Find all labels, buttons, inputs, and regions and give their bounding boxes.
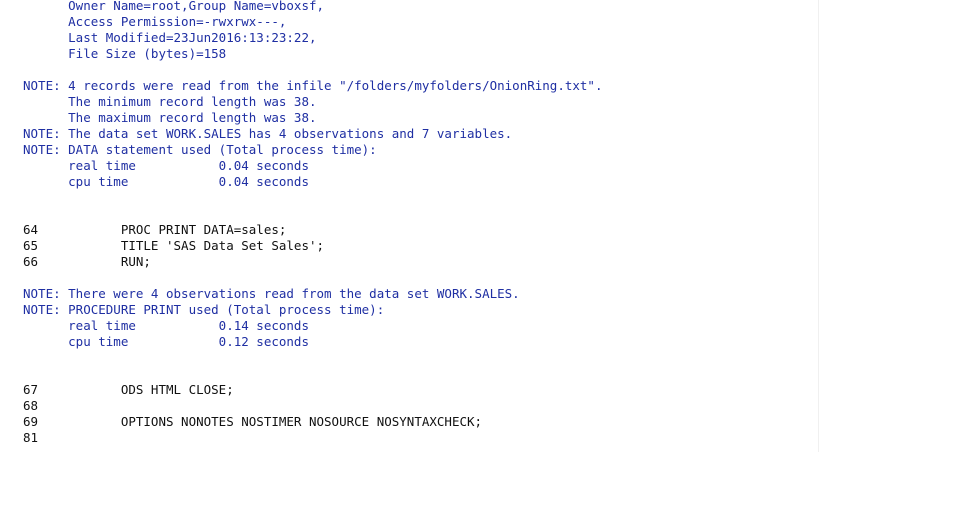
log-note-line: NOTE: There were 4 observations read fro… — [23, 286, 520, 301]
log-note-line: NOTE: The data set WORK.SALES has 4 obse… — [23, 126, 513, 141]
source-code-line: 68 — [23, 398, 39, 413]
log-note-line: NOTE: PROCEDURE PRINT used (Total proces… — [23, 302, 385, 317]
log-note-line: cpu time 0.04 seconds — [23, 174, 309, 189]
log-note-line: cpu time 0.12 seconds — [23, 334, 309, 349]
log-note-line: The minimum record length was 38. — [23, 94, 317, 109]
log-note-line: Owner Name=root,Group Name=vboxsf, — [23, 0, 325, 13]
log-note-line: real time 0.14 seconds — [23, 318, 309, 333]
log-note-line: Access Permission=-rwxrwx---, — [23, 14, 287, 29]
source-code-line: 64 PROC PRINT DATA=sales; — [23, 222, 287, 237]
source-code-line: 66 RUN; — [23, 254, 151, 269]
source-code-line: 67 ODS HTML CLOSE; — [23, 382, 234, 397]
source-code-line: 65 TITLE 'SAS Data Set Sales'; — [23, 238, 325, 253]
source-code-line: 81 — [23, 430, 39, 445]
log-note-line: Last Modified=23Jun2016:13:23:22, — [23, 30, 317, 45]
log-note-line: The maximum record length was 38. — [23, 110, 317, 125]
sas-log-panel[interactable]: Owner Name=root,Group Name=vboxsf, Acces… — [0, 0, 819, 452]
log-note-line: real time 0.04 seconds — [23, 158, 309, 173]
log-note-line: NOTE: DATA statement used (Total process… — [23, 142, 377, 157]
log-note-line: NOTE: 4 records were read from the infil… — [23, 78, 603, 93]
source-code-line: 69 OPTIONS NONOTES NOSTIMER NOSOURCE NOS… — [23, 414, 483, 429]
log-note-line: File Size (bytes)=158 — [23, 46, 227, 61]
